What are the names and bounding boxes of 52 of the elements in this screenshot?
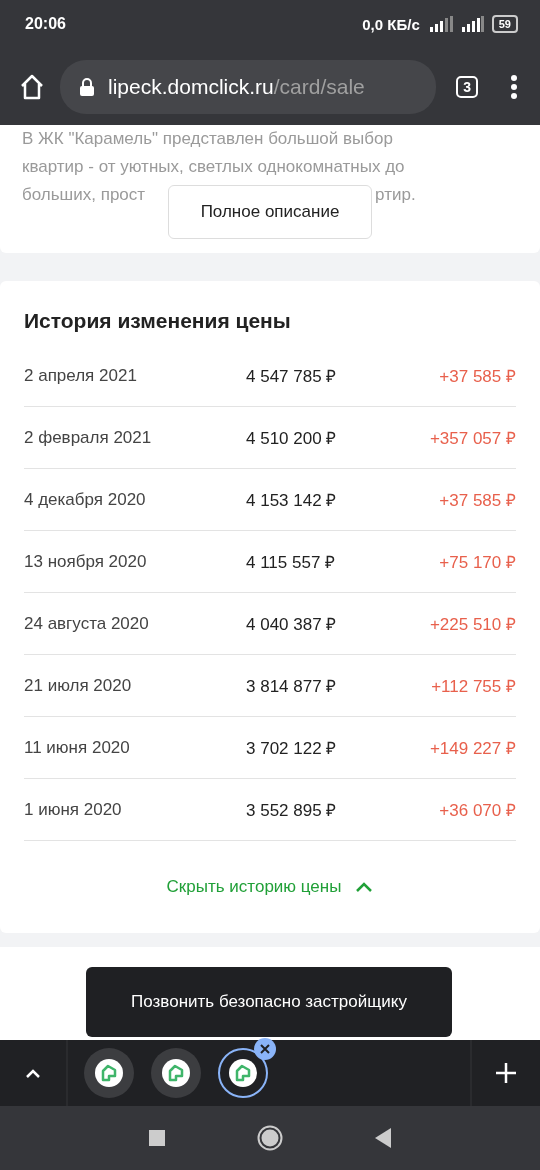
plus-icon[interactable] [495,1062,517,1084]
section-title: История изменения цены [24,309,292,333]
address-bar[interactable]: lipeck.domclick.ru/card/sale [60,59,437,114]
price-change-text: +112 755 ₽ [431,676,516,697]
lock-icon [80,77,94,96]
signal-icon [427,16,454,32]
price-change-text: +225 510 ₽ [429,614,516,635]
tab-count-button[interactable]: 3 [456,75,478,98]
date-text: 1 июня 2020 [24,799,123,820]
network-speed: 0,0 КБ/с [362,15,420,33]
description-text: квартир - от уютных, светлых однокомнатных до [22,156,406,178]
call-developer-button[interactable]: Позвонить безопасно застройщику [86,967,452,1037]
back-icon[interactable] [375,1128,391,1148]
chevron-icon [355,881,374,893]
price-change-text: +357 057 ₽ [429,428,516,449]
price-change-text: +149 227 ₽ [429,738,516,759]
chevron-icon[interactable] [24,1067,42,1079]
price-text: 4 547 785 ₽ [246,366,338,387]
price-text: 3 552 895 ₽ [246,800,338,821]
price-change-text: +36 070 ₽ [439,800,516,821]
price-text: 3 702 122 ₽ [246,738,338,759]
price-change-text: +37 585 ₽ [439,490,516,511]
price-text: 4 040 387 ₽ [246,614,338,635]
date-text: 11 июня 2020 [24,737,131,758]
date-text: 2 апреля 2021 [24,365,138,386]
status-time: 20:06 [25,15,66,33]
house-logo-icon [162,1059,190,1087]
menu-icon[interactable] [510,74,518,99]
date-text: 4 декабря 2020 [24,489,147,510]
browser-tab[interactable] [151,1048,201,1098]
description-text: В ЖК "Карамель" представлен большой выбор [22,128,394,150]
price-change-text: +75 170 ₽ [439,552,516,573]
signal-icon [461,16,484,32]
house-logo-icon [95,1059,123,1087]
full-description-button[interactable]: Полное описание [168,185,372,239]
price-change-text: +37 585 ₽ [439,366,516,387]
price-text: 4 510 200 ₽ [246,428,338,449]
description-text: больших, прост [22,184,146,206]
date-text: 13 ноября 2020 [24,551,148,572]
close-icon[interactable] [254,1038,276,1060]
url-text: lipeck.domclick.ru/card/sale [108,74,365,99]
price-text: 4 153 142 ₽ [246,490,338,511]
browser-tab[interactable] [84,1048,134,1098]
battery-indicator: 59 [491,15,518,33]
date-text: 2 февраля 2021 [24,427,153,448]
price-text: 4 115 557 ₽ [246,552,337,573]
price-text: 3 814 877 ₽ [246,676,338,697]
house-logo-icon [229,1059,257,1087]
home-icon[interactable] [257,1125,283,1151]
description-text: ртир. [375,184,416,206]
date-text: 21 июля 2020 [24,675,133,696]
date-text: 24 августа 2020 [24,613,150,634]
